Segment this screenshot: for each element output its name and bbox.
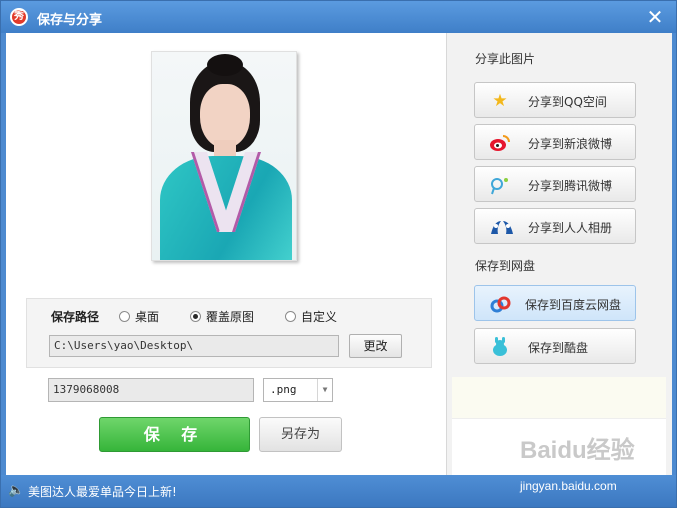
baidu-jingyan-watermark: Baidu经验: [520, 437, 635, 464]
share-qzone-button[interactable]: ★ 分享到QQ空间: [474, 82, 636, 118]
save-path-field[interactable]: C:\Users\yao\Desktop\: [49, 335, 339, 357]
save-baidu-cloud-button[interactable]: 保存到百度云网盘: [474, 285, 636, 321]
save-as-button[interactable]: 另存为: [259, 417, 342, 452]
baidu-cloud-icon: [489, 294, 511, 314]
dialog-title: 保存与分享: [37, 13, 103, 28]
status-message[interactable]: 美图达人最爱单品今日上新!: [28, 483, 177, 500]
save-baidu-cloud-label: 保存到百度云网盘: [525, 298, 622, 312]
share-section-title: 分享此图片: [475, 52, 536, 66]
format-value: .png: [270, 383, 297, 396]
radio-overwrite-original[interactable]: 覆盖原图: [190, 309, 255, 324]
share-sina-weibo-label: 分享到新浪微博: [528, 137, 613, 151]
share-renren-button[interactable]: 分享到人人相册: [474, 208, 636, 244]
weibo-icon: [489, 133, 511, 153]
radio-dot: [285, 310, 296, 322]
tencent-weibo-icon: [489, 175, 511, 195]
share-qzone-label: 分享到QQ空间: [528, 95, 607, 109]
renren-icon: [489, 217, 513, 237]
radio-label-overwrite: 覆盖原图: [206, 309, 255, 324]
change-path-button[interactable]: 更改: [349, 334, 402, 358]
save-button[interactable]: 保 存: [99, 417, 250, 452]
kupan-icon: [489, 337, 511, 357]
save-kupan-label: 保存到酷盘: [528, 341, 589, 355]
ad-banner: [452, 377, 666, 419]
share-renren-label: 分享到人人相册: [528, 221, 613, 235]
save-panel: 保存路径 桌面 覆盖原图 自定义 C:\Users\yao\Desktop\ 更…: [6, 33, 446, 475]
format-select[interactable]: .png ▼: [263, 378, 333, 402]
radio-label-desktop: 桌面: [135, 309, 160, 324]
radio-desktop[interactable]: 桌面: [119, 309, 160, 324]
radio-dot: [119, 310, 130, 322]
share-sina-weibo-button[interactable]: 分享到新浪微博: [474, 124, 636, 160]
image-preview: [151, 51, 297, 261]
meitu-logo-icon: 秀: [10, 8, 28, 26]
share-tencent-weibo-button[interactable]: 分享到腾讯微博: [474, 166, 636, 202]
share-tencent-weibo-label: 分享到腾讯微博: [528, 179, 613, 193]
close-button[interactable]: ✕: [643, 6, 667, 28]
cloud-section-title: 保存到网盘: [475, 259, 536, 273]
radio-dot-selected: [190, 310, 201, 322]
radio-custom[interactable]: 自定义: [285, 309, 338, 324]
star-icon: ★: [492, 91, 508, 111]
radio-label-custom: 自定义: [301, 309, 338, 324]
file-name-field[interactable]: 1379068008: [48, 378, 254, 402]
save-kupan-button[interactable]: 保存到酷盘: [474, 328, 636, 364]
save-path-label: 保存路径: [51, 310, 100, 324]
save-path-group: 保存路径 桌面 覆盖原图 自定义 C:\Users\yao\Desktop\ 更…: [26, 298, 432, 368]
speaker-icon: 🔈: [8, 483, 25, 498]
share-panel: 分享此图片 ★ 分享到QQ空间 分享到新浪微博 分享到腾讯微博 分享到人人相册 …: [446, 33, 672, 475]
dialog-body: 保存路径 桌面 覆盖原图 自定义 C:\Users\yao\Desktop\ 更…: [6, 33, 672, 475]
title-bar: 秀 保存与分享 ✕: [1, 1, 676, 33]
watermark-url: jingyan.baidu.com: [520, 479, 617, 493]
chevron-down-icon: ▼: [317, 379, 332, 401]
